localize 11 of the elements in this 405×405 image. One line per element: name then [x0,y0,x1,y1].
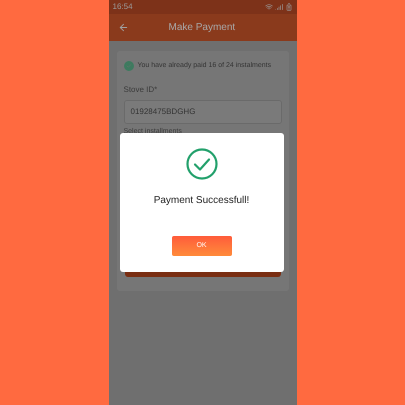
back-button[interactable] [118,22,128,33]
stove-id-label: Stove ID* [124,84,158,96]
stove-id-field[interactable]: 01928475BDGHG [124,100,282,124]
check-badge-icon [124,61,134,72]
app-bar-title: Make Payment [168,21,236,35]
check-circle-icon [186,148,218,180]
battery-icon [284,3,292,11]
wifi-icon [264,3,272,11]
signal-icon [274,3,282,11]
dialog-message: Payment Successfull! [154,194,250,208]
status-time: 16:54 [112,3,133,11]
